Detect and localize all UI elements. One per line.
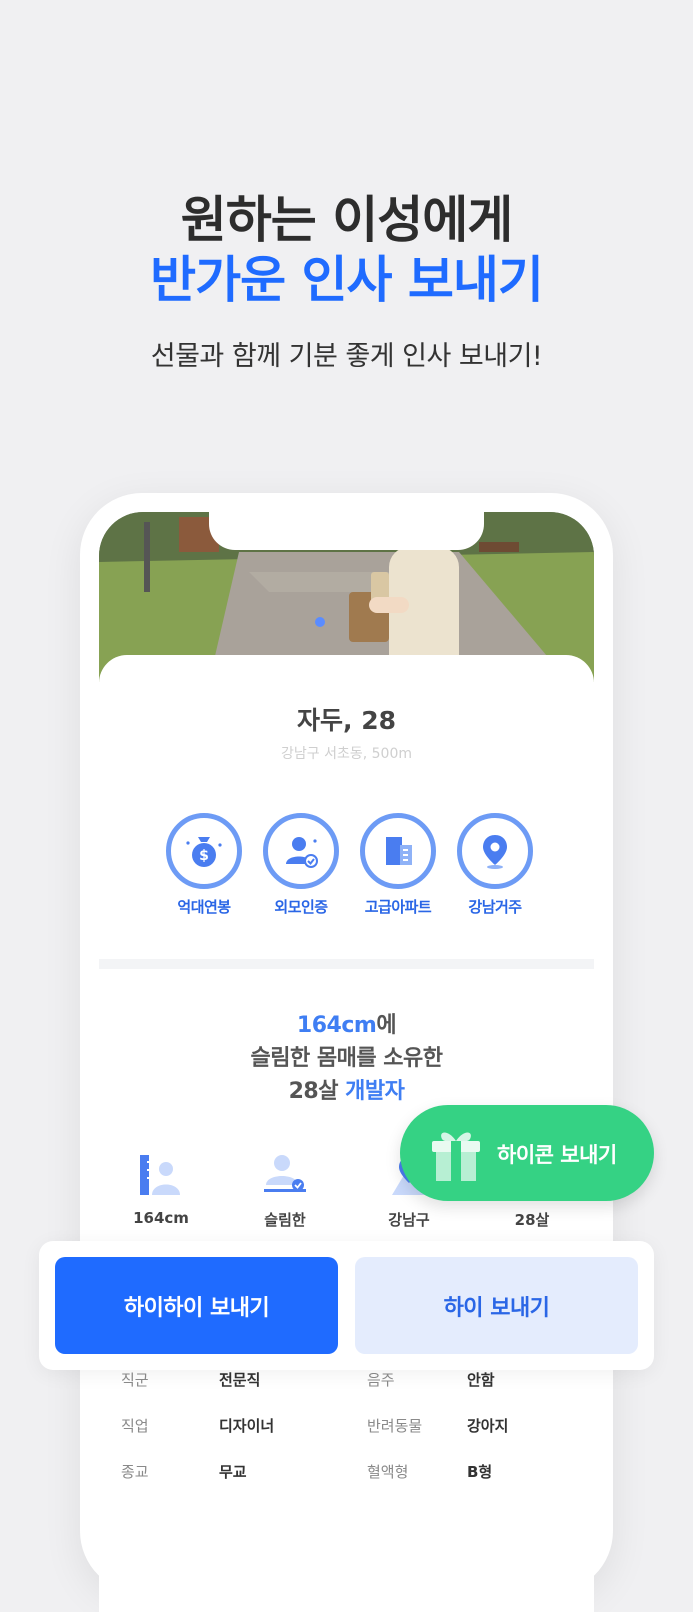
badge-luxury-apartment[interactable]: 고급아파트 (353, 813, 443, 917)
stat-label: 28살 (514, 1211, 550, 1229)
desc-age: 28살 (288, 1079, 339, 1104)
hero-subtitle: 선물과 함께 기분 좋게 인사 보내기! (150, 341, 543, 372)
badge-gangnam-resident[interactable]: 강남거주 (450, 813, 540, 917)
gift-icon (432, 1132, 480, 1181)
stat-label: 강남구 (388, 1211, 430, 1229)
money-bag-icon: $ (186, 837, 222, 867)
stat-body: 슬림한 (230, 1153, 340, 1230)
info-row: 직업 디자이너 반려동물 강아지 (99, 1415, 594, 1445)
info-value: B형 (467, 1463, 493, 1481)
info-label: 직군 (121, 1371, 149, 1389)
send-hihi-button[interactable]: 하이하이 보내기 (55, 1257, 338, 1354)
verified-person-icon (286, 837, 318, 868)
badge-label: 강남거주 (468, 898, 522, 916)
height-ruler-icon (140, 1155, 180, 1195)
phone-mockup: 자두, 28 강남구 서초동, 500m $ 억대연봉 외모인증 고급아파트 강… (80, 493, 613, 1612)
action-bar: 하이하이 보내기 하이 보내기 (39, 1241, 654, 1370)
info-value: 전문직 (219, 1371, 261, 1389)
profile-summary-card: 자두, 28 강남구 서초동, 500m $ 억대연봉 외모인증 고급아파트 강… (99, 655, 594, 959)
profile-name-age: 자두, 28 (297, 706, 396, 735)
send-hi-button[interactable]: 하이 보내기 (355, 1257, 638, 1354)
info-label: 반려동물 (367, 1417, 423, 1435)
phone-notch (209, 512, 484, 550)
badge-list: $ 억대연봉 외모인증 고급아파트 강남거주 (159, 813, 534, 933)
info-value: 무교 (219, 1463, 247, 1481)
badge-high-income[interactable]: $ 억대연봉 (159, 813, 249, 917)
desc-height-suffix: 에 (376, 1013, 397, 1038)
badge-appearance-verified[interactable]: 외모인증 (256, 813, 346, 917)
info-value: 디자이너 (219, 1417, 275, 1435)
body-slim-icon (264, 1155, 306, 1192)
send-hicon-label: 하이콘 보내기 (497, 1143, 617, 1167)
apartment-icon (386, 837, 412, 865)
profile-description: 164cm에 슬림한 몸매를 소유한 28살 개발자 (99, 1009, 594, 1108)
phone-screen: 자두, 28 강남구 서초동, 500m $ 억대연봉 외모인증 고급아파트 강… (99, 512, 594, 1612)
send-hicon-button[interactable]: 하이콘 보내기 (400, 1105, 654, 1201)
desc-line2: 슬림한 몸매를 소유한 (250, 1046, 443, 1071)
badge-label: 고급아파트 (364, 898, 432, 916)
location-pin-icon (483, 835, 507, 869)
info-row: 종교 무교 혈액형 B형 (99, 1461, 594, 1491)
info-value: 안함 (467, 1371, 495, 1389)
stat-label: 164cm (133, 1209, 189, 1227)
info-label: 음주 (367, 1371, 395, 1389)
profile-location: 강남구 서초동, 500m (281, 746, 412, 762)
svg-text:$: $ (199, 848, 209, 864)
info-label: 직업 (121, 1417, 149, 1435)
stat-label: 슬림한 (264, 1211, 306, 1229)
stat-height: 164cm (106, 1153, 216, 1227)
photo-page-indicator (315, 617, 325, 627)
badge-label: 억대연봉 (177, 898, 231, 916)
hero-title-line2: 반가운 인사 보내기 (150, 251, 544, 309)
info-value: 강아지 (467, 1417, 509, 1435)
info-label: 종교 (121, 1463, 149, 1481)
badge-label: 외모인증 (274, 898, 328, 916)
info-label: 혈액형 (367, 1463, 409, 1481)
info-row: 직군 전문직 음주 안함 (99, 1369, 594, 1399)
desc-job: 개발자 (345, 1079, 405, 1104)
desc-height: 164cm (296, 1013, 377, 1038)
